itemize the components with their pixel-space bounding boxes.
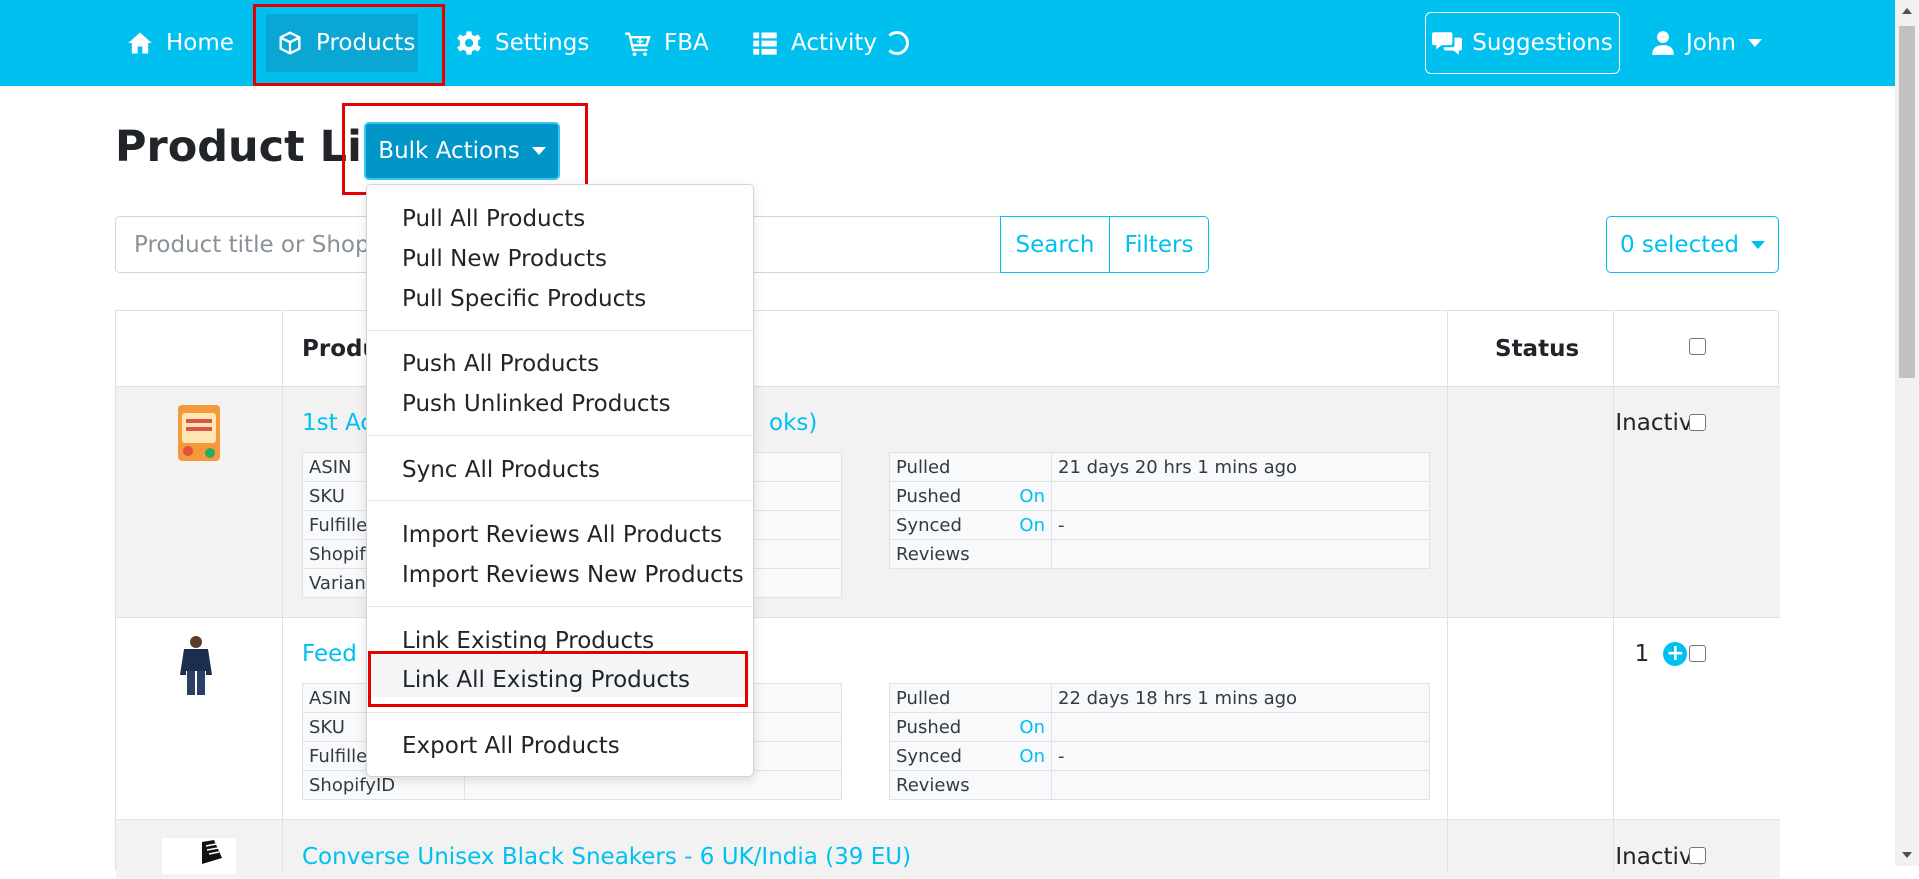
user-menu[interactable]: John [1652,0,1763,86]
highlight-box-products [253,4,445,86]
synced-value: - [1058,514,1065,536]
pulled-value: 21 days 20 hrs 1 mins ago [1058,456,1298,478]
product-thumbnail[interactable] [162,838,236,874]
pushed-toggle[interactable]: On [1019,717,1045,738]
product-title-right: oks) [769,410,818,436]
synced-label: Synced [896,745,962,767]
search-button[interactable]: Search [1000,216,1110,273]
suggestions-label: Suggestions [1472,30,1613,56]
menu-item-push-all[interactable]: Push All Products [402,351,599,377]
product-thumbnail[interactable] [176,403,222,463]
product-thumbnail[interactable] [176,635,216,697]
pushed-toggle[interactable]: On [1019,486,1045,507]
nav-home[interactable]: Home [126,0,234,86]
menu-item-pull-specific[interactable]: Pull Specific Products [402,286,646,312]
reviews-label: Reviews [890,540,1052,569]
filters-button-label: Filters [1124,231,1194,258]
synced-toggle[interactable]: On [1019,746,1045,767]
nav-fba-label: FBA [664,30,709,56]
product-title-left: 1st Ac [302,410,373,436]
column-divider [1613,311,1614,871]
nav-fba[interactable]: FBA [624,0,709,86]
pulled-label: Pulled [890,684,1052,712]
shirt-model-image [180,636,212,695]
column-header-status[interactable]: Status [1495,311,1579,386]
pulled-value: 22 days 18 hrs 1 mins ago [1058,687,1298,709]
activity-book-image [178,405,220,461]
menu-divider [367,712,753,713]
synced-label: Synced [896,514,962,536]
row-checkbox[interactable] [1689,847,1706,864]
synced-toggle[interactable]: On [1019,515,1045,536]
menu-item-pull-new[interactable]: Pull New Products [402,246,607,272]
highlight-box-bulk-actions [342,103,588,195]
synced-value: - [1058,745,1065,767]
nav-activity[interactable]: Activity [751,0,910,86]
user-name: John [1686,30,1737,56]
nav-home-label: Home [166,30,234,56]
table-icon [753,32,777,55]
product-sync-table: Pulled 22 days 18 hrs 1 mins ago Pushed On… [889,683,1430,800]
menu-item-export-all[interactable]: Export All Products [402,733,620,759]
nav-activity-label: Activity [791,30,878,56]
row-checkbox[interactable] [1689,414,1706,431]
nav-settings-label: Settings [495,30,590,56]
loading-spinner-icon [885,31,910,55]
column-divider [1447,311,1448,871]
reviews-label: Reviews [890,771,1052,800]
select-all-checkbox[interactable] [1689,338,1706,355]
search-button-label: Search [1015,231,1095,258]
column-divider [282,311,283,871]
scroll-down-icon[interactable] [1902,852,1912,858]
filters-button[interactable]: Filters [1109,216,1209,273]
menu-item-push-unlinked[interactable]: Push Unlinked Products [402,391,671,417]
row-checkbox[interactable] [1689,645,1706,662]
home-icon [128,32,152,54]
variant-count-value: 1 [1634,641,1650,667]
scrollbar-thumb[interactable] [1899,26,1915,378]
menu-divider [367,606,753,607]
menu-item-sync-all[interactable]: Sync All Products [402,457,600,483]
nav-settings[interactable]: Settings [455,0,589,86]
row-divider [116,819,1780,820]
menu-item-import-reviews-all[interactable]: Import Reviews All Products [402,522,722,548]
pushed-label: Pushed [896,485,962,507]
selected-count-button[interactable]: 0 selected [1606,216,1779,273]
highlight-box-link-all [368,651,748,707]
menu-divider [367,330,753,331]
chevron-down-icon [1751,240,1766,249]
vertical-scrollbar[interactable] [1895,0,1919,866]
product-title-link[interactable]: 1st Ac oks) [302,410,817,436]
scroll-up-icon[interactable] [1902,8,1912,14]
menu-item-import-reviews-new[interactable]: Import Reviews New Products [402,562,744,588]
pulled-label: Pulled [890,453,1052,481]
sneaker-image [162,838,236,874]
menu-divider [367,435,753,436]
gear-icon [457,31,481,55]
menu-item-pull-all[interactable]: Pull All Products [402,206,585,232]
product-table: Product Status 1st Ac oks) ASIN SKU Fulf… [115,310,1780,879]
menu-divider [367,500,753,501]
suggestions-button[interactable]: Suggestions [1425,12,1620,74]
product-sync-table: Pulled 21 days 20 hrs 1 mins ago Pushed On… [889,452,1430,569]
product-title-link[interactable]: Converse Unisex Black Sneakers - 6 UK/In… [302,844,911,870]
pushed-label: Pushed [896,716,962,738]
comments-icon [1432,32,1463,55]
plus-circle-icon[interactable]: + [1663,642,1688,666]
selected-count-label: 0 selected [1619,231,1740,258]
user-icon [1652,31,1674,55]
chevron-down-icon [1748,39,1763,47]
cart-icon [625,32,651,57]
